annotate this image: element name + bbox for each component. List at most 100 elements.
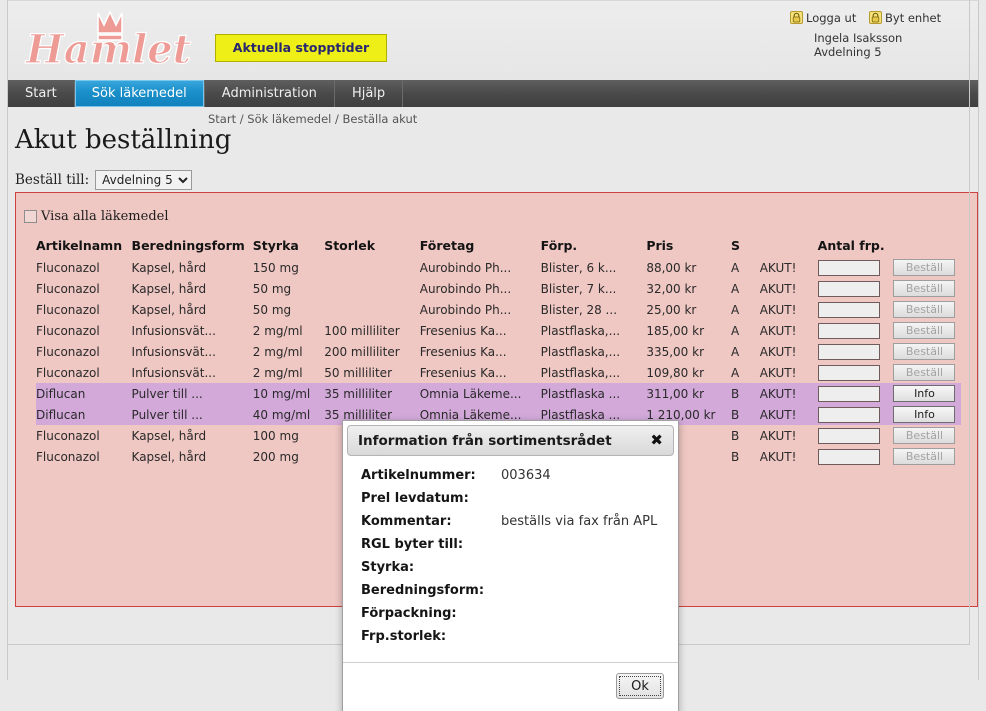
- dialog-body: Artikelnummer: 003634 Prel levdatum: Kommen…: [343, 456, 678, 662]
- dialog-field-label: RGL byter till:: [361, 537, 464, 552]
- col-pris: Pris: [646, 238, 674, 253]
- cell-styrka: 2 mg/ml: [252, 323, 303, 338]
- cell-akut: AKUT!: [759, 302, 797, 317]
- dialog-field-row: Prel levdatum:: [361, 491, 666, 507]
- cell-styrka: 2 mg/ml: [252, 365, 303, 380]
- cell-storlek: 50 milliliter: [324, 365, 393, 380]
- logout-link[interactable]: Logga ut: [790, 11, 856, 25]
- cell-antal-frp: [817, 404, 894, 425]
- dialog-field-value: beställs via fax från APL: [501, 514, 658, 529]
- cell-akut: AKUT!: [759, 281, 797, 296]
- aktuella-stopptider-button[interactable]: Aktuella stopptider: [215, 34, 387, 62]
- dialog-footer: Ok: [343, 662, 678, 711]
- tab-administration[interactable]: Administration: [205, 80, 335, 107]
- cell-antal-frp: [817, 320, 894, 341]
- cell-antal-frp: [817, 446, 894, 467]
- main-navigation: Start Sök läkemedel Administration Hjälp: [7, 80, 979, 107]
- cell-s: A: [730, 323, 740, 338]
- dialog-field-label: Frp.storlek:: [361, 629, 447, 644]
- cell-storlek: [324, 278, 420, 299]
- col-styrka: Styrka: [252, 238, 299, 253]
- cell-foretag: Aurobindo Ph...: [419, 260, 512, 275]
- lock-icon: [790, 11, 803, 24]
- cell-foretag: Fresenius Ka...: [419, 344, 507, 359]
- app-root: Hamlet Aktuella stopptider Logga ut Byt …: [0, 0, 986, 711]
- cell-storlek: 100 milliliter: [324, 323, 400, 338]
- cell-artikelnamn: Fluconazol: [36, 428, 100, 443]
- cell-antal-frp: [817, 362, 894, 383]
- order-button: Beställ: [893, 427, 956, 444]
- close-icon[interactable]: ✖: [650, 433, 663, 448]
- cell-antal-frp: [817, 341, 894, 362]
- cell-akut: AKUT!: [759, 449, 797, 464]
- cell-artikelnamn: Fluconazol: [36, 344, 100, 359]
- dialog-field-row: Styrka:: [361, 560, 666, 576]
- cell-beredningsform: Infusionsvät...: [131, 365, 216, 380]
- order-button: Beställ: [893, 301, 956, 318]
- quantity-input[interactable]: [817, 385, 880, 402]
- ok-button[interactable]: Ok: [616, 673, 664, 699]
- show-all-row: Visa alla läkemedel: [24, 209, 169, 224]
- cell-akut: AKUT!: [759, 365, 797, 380]
- cell-pris: 185,00 kr: [646, 323, 704, 338]
- quantity-input[interactable]: [817, 259, 880, 276]
- quantity-input[interactable]: [817, 364, 880, 381]
- order-button: Beställ: [893, 280, 956, 297]
- user-unit: Avdelning 5: [814, 45, 882, 59]
- cell-forp: Blister, 6 k...: [540, 260, 617, 275]
- cell-artikelnamn: Fluconazol: [36, 449, 100, 464]
- hamlet-logo: Hamlet: [18, 5, 198, 77]
- table-row: Fluconazol Infusionsvät... 2 mg/ml 100 mill…: [36, 320, 961, 341]
- cell-beredningsform: Pulver till ...: [131, 404, 253, 425]
- quantity-input[interactable]: [817, 322, 880, 339]
- info-button[interactable]: Info: [893, 385, 956, 402]
- cell-akut: AKUT!: [759, 383, 818, 404]
- user-links: Logga ut Byt enhet: [790, 11, 970, 25]
- col-antal-frp: Antal frp.: [817, 238, 885, 253]
- cell-styrka: 150 mg: [252, 260, 299, 275]
- tabbar-filler: [403, 80, 978, 107]
- cell-styrka: 50 mg: [252, 281, 292, 296]
- cell-pris: 88,00 kr: [646, 260, 697, 275]
- cell-forp: Blister, 28 ...: [540, 302, 618, 317]
- table-row: Diflucan Pulver till ... 10 mg/ml 35 millil…: [36, 383, 961, 404]
- show-all-label: Visa alla läkemedel: [41, 209, 169, 224]
- cell-styrka: 40 mg/ml: [252, 404, 325, 425]
- cell-action: Beställ: [893, 425, 961, 446]
- switch-unit-label: Byt enhet: [885, 11, 942, 25]
- table-header-row: Artikelnamn Beredningsform Styrka Storle…: [36, 236, 961, 257]
- tab-sok-lakemedel[interactable]: Sök läkemedel: [74, 80, 205, 107]
- user-name: Ingela Isaksson: [814, 31, 903, 45]
- cell-pris: 311,00 kr: [646, 383, 731, 404]
- quantity-input[interactable]: [817, 427, 880, 444]
- cell-beredningsform: Kapsel, hård: [131, 428, 207, 443]
- quantity-input[interactable]: [817, 343, 880, 360]
- cell-beredningsform: Kapsel, hård: [131, 260, 207, 275]
- order-to-row: Beställ till: Avdelning 5: [15, 170, 193, 190]
- dialog-field-row: Förpackning:: [361, 606, 666, 622]
- col-beredningsform: Beredningsform: [131, 238, 245, 253]
- quantity-input[interactable]: [817, 301, 880, 318]
- cell-storlek: [324, 299, 420, 320]
- cell-akut: AKUT!: [759, 344, 797, 359]
- order-to-select[interactable]: Avdelning 5: [95, 170, 193, 190]
- show-all-checkbox[interactable]: [24, 210, 37, 223]
- tab-hjalp[interactable]: Hjälp: [335, 80, 404, 107]
- switch-unit-link[interactable]: Byt enhet: [869, 11, 941, 25]
- tab-start[interactable]: Start: [8, 80, 75, 107]
- dialog-field-label: Kommentar:: [361, 514, 452, 529]
- table-row: Fluconazol Kapsel, hård 50 mg Aurobindo Ph.…: [36, 299, 961, 320]
- cell-styrka: 50 mg: [252, 302, 292, 317]
- cell-antal-frp: [817, 299, 894, 320]
- quantity-input[interactable]: [817, 448, 880, 465]
- info-button[interactable]: Info: [893, 406, 956, 423]
- dialog-title: Information från sortimentsrådet: [358, 432, 612, 449]
- quantity-input[interactable]: [817, 280, 880, 297]
- dialog-field-label: Styrka:: [361, 560, 415, 575]
- cell-action: Info: [893, 383, 961, 404]
- breadcrumb: Start / Sök läkemedel / Beställa akut: [208, 112, 418, 126]
- order-button: Beställ: [893, 259, 956, 276]
- quantity-input[interactable]: [817, 406, 880, 423]
- lock-icon: [869, 11, 882, 24]
- cell-pris: 335,00 kr: [646, 344, 704, 359]
